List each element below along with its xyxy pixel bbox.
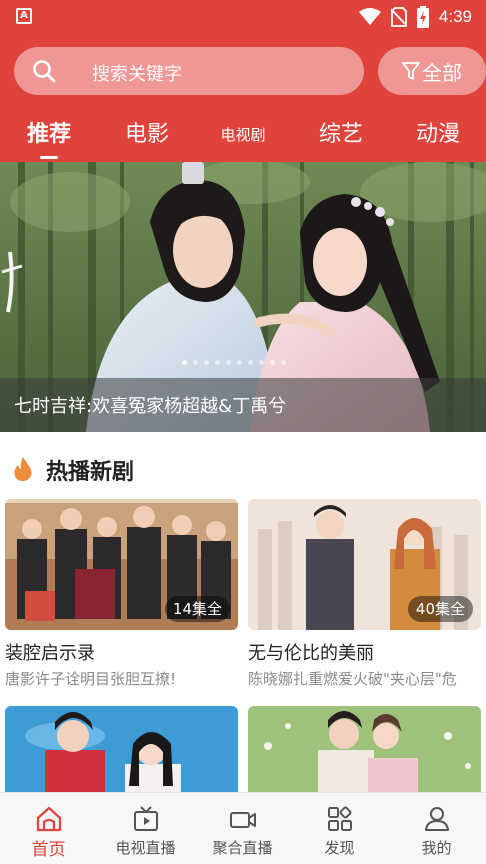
bottom-navigation: 首页 电视直播 聚合直播 发现 我的	[0, 792, 486, 864]
drama-card[interactable]: 14集全 装腔启示录 唐影许子诠明目张胆互撩!	[5, 499, 238, 689]
filter-label: 全部	[422, 60, 462, 85]
banner-carousel[interactable]: 七时吉祥:欢喜冤家杨超越&丁禹兮	[0, 162, 486, 432]
user-icon	[425, 807, 449, 831]
nav-tv-live-label: 电视直播	[115, 839, 176, 857]
nav-profile[interactable]: 我的	[388, 793, 485, 864]
status-time: 4:39	[438, 7, 472, 26]
drama-card[interactable]: 40集全 无与伦比的美丽 陈晓娜扎重燃爱火破"夹心层"危	[248, 499, 481, 689]
nav-aggregate-live-label: 聚合直播	[212, 839, 273, 857]
banner-caption: 七时吉祥:欢喜冤家杨超越&丁禹兮	[14, 396, 287, 417]
home-icon	[36, 806, 62, 832]
drama-description: 唐影许子诠明目张胆互撩!	[5, 670, 177, 688]
filter-icon	[402, 62, 420, 80]
wifi-icon	[358, 8, 381, 25]
tab-active-indicator	[40, 156, 58, 159]
app-notification-icon: A	[16, 8, 32, 24]
tv-icon	[134, 806, 158, 831]
carousel-dot[interactable]	[182, 360, 187, 365]
section-header: 热播新剧	[0, 446, 486, 492]
status-bar: A 4:39	[0, 0, 486, 34]
drama-description: 陈晓娜扎重燃爱火破"夹心层"危	[248, 670, 457, 688]
carousel-dot[interactable]	[281, 360, 286, 365]
carousel-dot[interactable]	[259, 360, 264, 365]
filter-button[interactable]: 全部	[378, 47, 486, 95]
tab-tv-series[interactable]: 电视剧	[214, 118, 272, 154]
discover-icon	[328, 806, 352, 831]
drama-title: 无与伦比的美丽	[248, 643, 374, 664]
nav-tv-live[interactable]: 电视直播	[97, 793, 194, 864]
tab-anime[interactable]: 动漫	[411, 118, 465, 154]
header: 搜索关键字 全部 推荐 电影 电视剧 综艺 动漫	[0, 34, 486, 162]
drama-poster: 40集全	[248, 499, 481, 630]
fire-icon	[14, 457, 32, 481]
battery-charging-icon	[416, 6, 429, 28]
episode-badge: 14集全	[164, 596, 230, 622]
camera-icon	[230, 812, 256, 828]
search-placeholder: 搜索关键字	[92, 64, 182, 85]
nav-home-label: 首页	[31, 840, 66, 860]
tab-movie[interactable]: 电影	[120, 118, 174, 154]
tab-recommend[interactable]: 推荐	[22, 118, 76, 154]
carousel-dot[interactable]	[270, 360, 275, 365]
carousel-dot[interactable]	[248, 360, 253, 365]
section-title: 热播新剧	[46, 460, 135, 485]
nav-discover[interactable]: 发现	[291, 793, 388, 864]
nav-aggregate-live[interactable]: 聚合直播	[194, 793, 291, 864]
carousel-dot[interactable]	[204, 360, 209, 365]
no-sim-icon	[390, 7, 407, 27]
drama-title: 装腔启示录	[5, 643, 95, 664]
search-input[interactable]: 搜索关键字	[14, 47, 364, 95]
episode-badge: 40集全	[407, 596, 473, 622]
search-icon	[33, 60, 56, 83]
carousel-dot[interactable]	[215, 360, 220, 365]
nav-home[interactable]: 首页	[0, 793, 97, 864]
tab-variety[interactable]: 综艺	[314, 118, 368, 154]
category-tabs: 推荐 电影 电视剧 综艺 动漫	[0, 118, 486, 162]
carousel-indicator	[182, 360, 286, 365]
drama-poster: 14集全	[5, 499, 238, 630]
banner-caption-bar: 七时吉祥:欢喜冤家杨超越&丁禹兮	[0, 378, 486, 432]
nav-discover-label: 发现	[324, 839, 355, 857]
carousel-dot[interactable]	[193, 360, 198, 365]
carousel-dot[interactable]	[237, 360, 242, 365]
carousel-dot[interactable]	[226, 360, 231, 365]
nav-profile-label: 我的	[421, 839, 452, 857]
